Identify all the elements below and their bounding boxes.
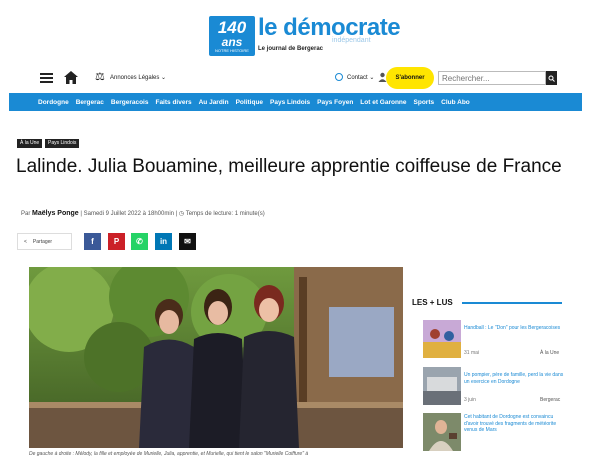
subscribe-button[interactable]: S'abonner (386, 67, 434, 89)
nav-item-faits-divers[interactable]: Faits divers (155, 99, 191, 106)
most-read-item-date: 3 juin (464, 397, 476, 403)
linkedin-share-button[interactable]: in (155, 233, 172, 250)
anniversary-logo-badge[interactable]: 140 ans NOTRE HISTOIRE (209, 16, 255, 56)
nav-item-pays-lindois[interactable]: Pays Lindois (270, 99, 310, 106)
most-read-item-date: 31 mai (464, 350, 480, 356)
article-headline: Lalinde. Julia Bouamine, meilleure appre… (16, 156, 562, 177)
article-byline: Par Maëlys Ponge | Samedi 9 Juillet 2022… (21, 210, 265, 217)
nav-item-au-jardin[interactable]: Au Jardin (199, 99, 229, 106)
site-tagline: Le journal de Bergerac (258, 46, 324, 52)
share-label: Partager (32, 238, 53, 245)
most-read-item-category[interactable]: Bergerac (540, 397, 560, 403)
article-photo (29, 267, 403, 448)
nav-item-bergeracois[interactable]: Bergeracois (111, 99, 149, 106)
search-input[interactable] (438, 71, 546, 85)
contact-icon (335, 73, 343, 81)
legal-notices-link[interactable]: Annonces Légales ⌄ (110, 74, 166, 81)
whatsapp-icon: ✆ (136, 237, 143, 246)
author-name[interactable]: Maëlys Ponge (32, 210, 79, 217)
most-read-item-title[interactable]: Cet habitant de Dordogne est convaincu d… (464, 414, 564, 434)
site-logo-title[interactable]: le démocrate (258, 14, 401, 42)
pinterest-share-button[interactable]: P (108, 233, 125, 250)
scales-icon: ⚖ (95, 71, 105, 83)
most-read-item-title[interactable]: Un pompier, père de famille, perd la vie… (464, 372, 564, 385)
search-icon (548, 75, 555, 82)
most-read-item-title[interactable]: Handball : Le "Don" pour les Bergeracois… (464, 325, 564, 332)
share-button[interactable]: < Partager (17, 233, 72, 250)
most-read-title: LES + LUS (412, 298, 453, 307)
most-read-thumbnail[interactable] (423, 320, 461, 358)
badge-word: ans (221, 35, 243, 49)
menu-icon[interactable] (40, 73, 53, 83)
search-button[interactable] (546, 71, 557, 85)
photo-caption: De gauche à droite : Mélody, la fille et… (29, 451, 309, 457)
site-logo-subtitle: indépendant (332, 37, 371, 44)
share-icon: < (24, 238, 27, 245)
nav-item-sports[interactable]: Sports (414, 99, 435, 106)
byline-prefix: Par (21, 211, 31, 217)
linkedin-icon: in (159, 237, 168, 246)
divider (462, 302, 562, 304)
most-read-item-category[interactable]: À la Une (540, 350, 559, 356)
reading-time: Temps de lecture: 1 minute(s) (185, 211, 265, 217)
nav-item-lot-et-garonne[interactable]: Lot et Garonne (360, 99, 406, 106)
home-icon[interactable] (64, 71, 78, 84)
pinterest-icon: P (113, 237, 120, 246)
badge-number: 140 (217, 18, 247, 37)
category-tag[interactable]: À la Une (17, 139, 43, 148)
most-read-thumbnail[interactable] (423, 367, 461, 405)
nav-item-pays-foyen[interactable]: Pays Foyen (317, 99, 353, 106)
clock-icon: ◷ (178, 211, 186, 217)
email-share-button[interactable]: ✉ (179, 233, 196, 250)
publish-date: Samedi 9 Juillet 2022 à 18h00min (83, 211, 175, 217)
nav-item-bergerac[interactable]: Bergerac (76, 99, 104, 106)
main-nav: Dordogne Bergerac Bergeracois Faits dive… (9, 93, 582, 111)
contact-link[interactable]: Contact ⌄ (347, 74, 374, 81)
nav-item-club-abo[interactable]: Club Abo (441, 99, 470, 106)
whatsapp-share-button[interactable]: ✆ (131, 233, 148, 250)
nav-item-politique[interactable]: Politique (236, 99, 263, 106)
facebook-icon: f (91, 237, 94, 246)
email-icon: ✉ (184, 237, 191, 246)
badge-small-text: NOTRE HISTOIRE (215, 48, 249, 53)
most-read-thumbnail[interactable] (423, 413, 461, 451)
facebook-share-button[interactable]: f (84, 233, 101, 250)
nav-item-dordogne[interactable]: Dordogne (38, 99, 69, 106)
category-tag[interactable]: Pays Lindois (45, 139, 80, 148)
